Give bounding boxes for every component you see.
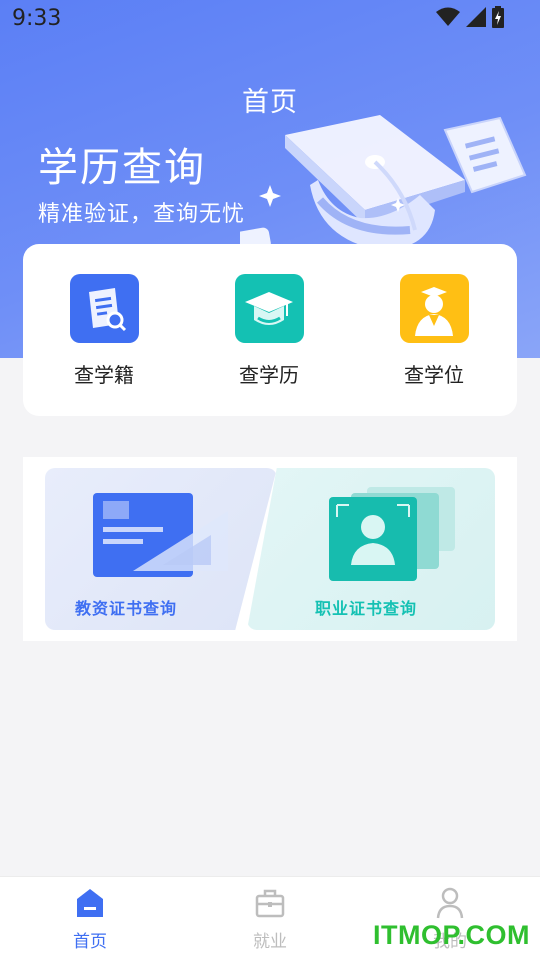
teacher-certificate-label: 教资证书查询 — [75, 599, 178, 618]
tab-home[interactable]: 首页 — [30, 887, 150, 952]
certificate-banner: 教资证书查询 职业证书查询 — [23, 457, 517, 641]
tab-label: 就业 — [253, 932, 287, 952]
graduation-cap-illustration — [240, 115, 527, 255]
home-icon — [77, 889, 103, 917]
signal-icon — [466, 7, 486, 27]
vocational-certificate-icon — [329, 487, 455, 581]
document-search-icon — [69, 274, 139, 343]
tab-employment[interactable]: 就业 — [210, 887, 330, 952]
tab-label: 首页 — [73, 932, 107, 952]
status-icons — [436, 6, 504, 28]
person-icon — [436, 887, 464, 919]
teacher-certificate-icon — [93, 493, 228, 577]
briefcase-icon — [255, 889, 285, 918]
entry-education[interactable]: 查学历 — [219, 274, 319, 388]
battery-icon — [492, 6, 504, 28]
query-entries-card: 查学籍 查学历 查学位 — [23, 244, 517, 416]
watermark-text: ITMOP.COM — [372, 920, 530, 950]
wifi-icon — [436, 7, 460, 26]
graduate-person-icon — [399, 274, 469, 343]
hero-subtitle: 精准验证，查询无忧 — [38, 202, 246, 227]
vocational-certificate-label: 职业证书查询 — [315, 599, 418, 618]
entry-degree[interactable]: 查学位 — [384, 274, 484, 388]
status-bar: 9:33 — [0, 0, 540, 38]
entry-label: 查学历 — [239, 363, 299, 387]
entry-student-status[interactable]: 查学籍 — [54, 274, 154, 388]
status-time: 9:33 — [12, 6, 62, 31]
entry-label: 查学位 — [404, 363, 464, 387]
graduation-cap-icon — [234, 274, 304, 343]
hero-title: 学历查询 — [38, 145, 206, 191]
entry-label: 查学籍 — [74, 363, 134, 387]
